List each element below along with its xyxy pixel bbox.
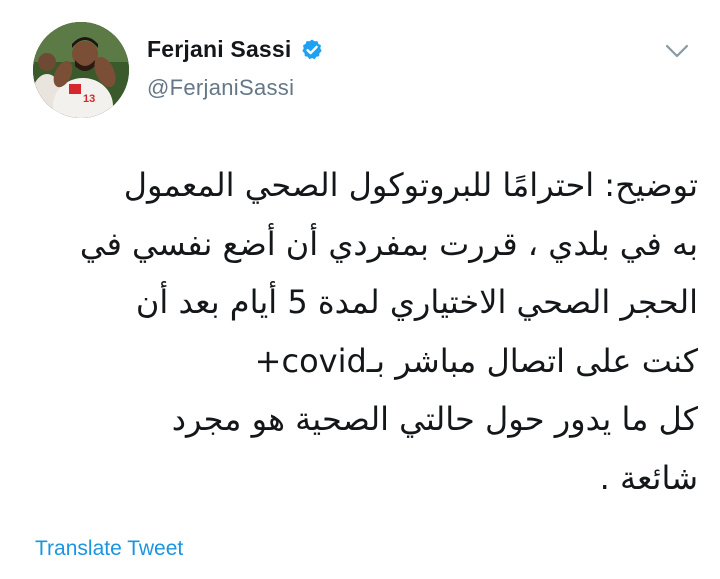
- tweet-body-line: الحجر الصحي الاختياري لمدة 5 أيام بعد أن: [135, 283, 698, 321]
- tweet-body-line: توضيح: احترامًا للبروتوكول الصحي المعمول: [123, 166, 698, 204]
- tweet-card: 13 Ferjani Sassi @FerjaniSassi توضيح: اح…: [0, 0, 720, 579]
- chevron-down-icon[interactable]: [664, 42, 690, 60]
- tweet-body-line: كنت على اتصال مباشر بـcovid+: [254, 341, 698, 380]
- tweet-body-line: كل ما يدور حول حالتي الصحية هو مجرد: [171, 400, 698, 438]
- tweet-body-line: شائعة .: [599, 458, 698, 497]
- author-display-name[interactable]: Ferjani Sassi: [147, 36, 292, 63]
- author-name-row[interactable]: Ferjani Sassi: [147, 36, 324, 63]
- avatar[interactable]: 13: [33, 22, 129, 118]
- author-handle[interactable]: @FerjaniSassi: [147, 75, 294, 101]
- tweet-body: توضيح: احترامًا للبروتوكول الصحي المعمول…: [30, 156, 698, 507]
- jersey-number: 13: [83, 93, 95, 105]
- tweet-body-line: به في بلدي ، قررت بمفردي أن أضع نفسي في: [79, 224, 698, 263]
- verified-badge-icon: [300, 38, 324, 62]
- translate-tweet-link[interactable]: Translate Tweet: [35, 537, 183, 561]
- player-photo-avatar: 13: [33, 22, 129, 118]
